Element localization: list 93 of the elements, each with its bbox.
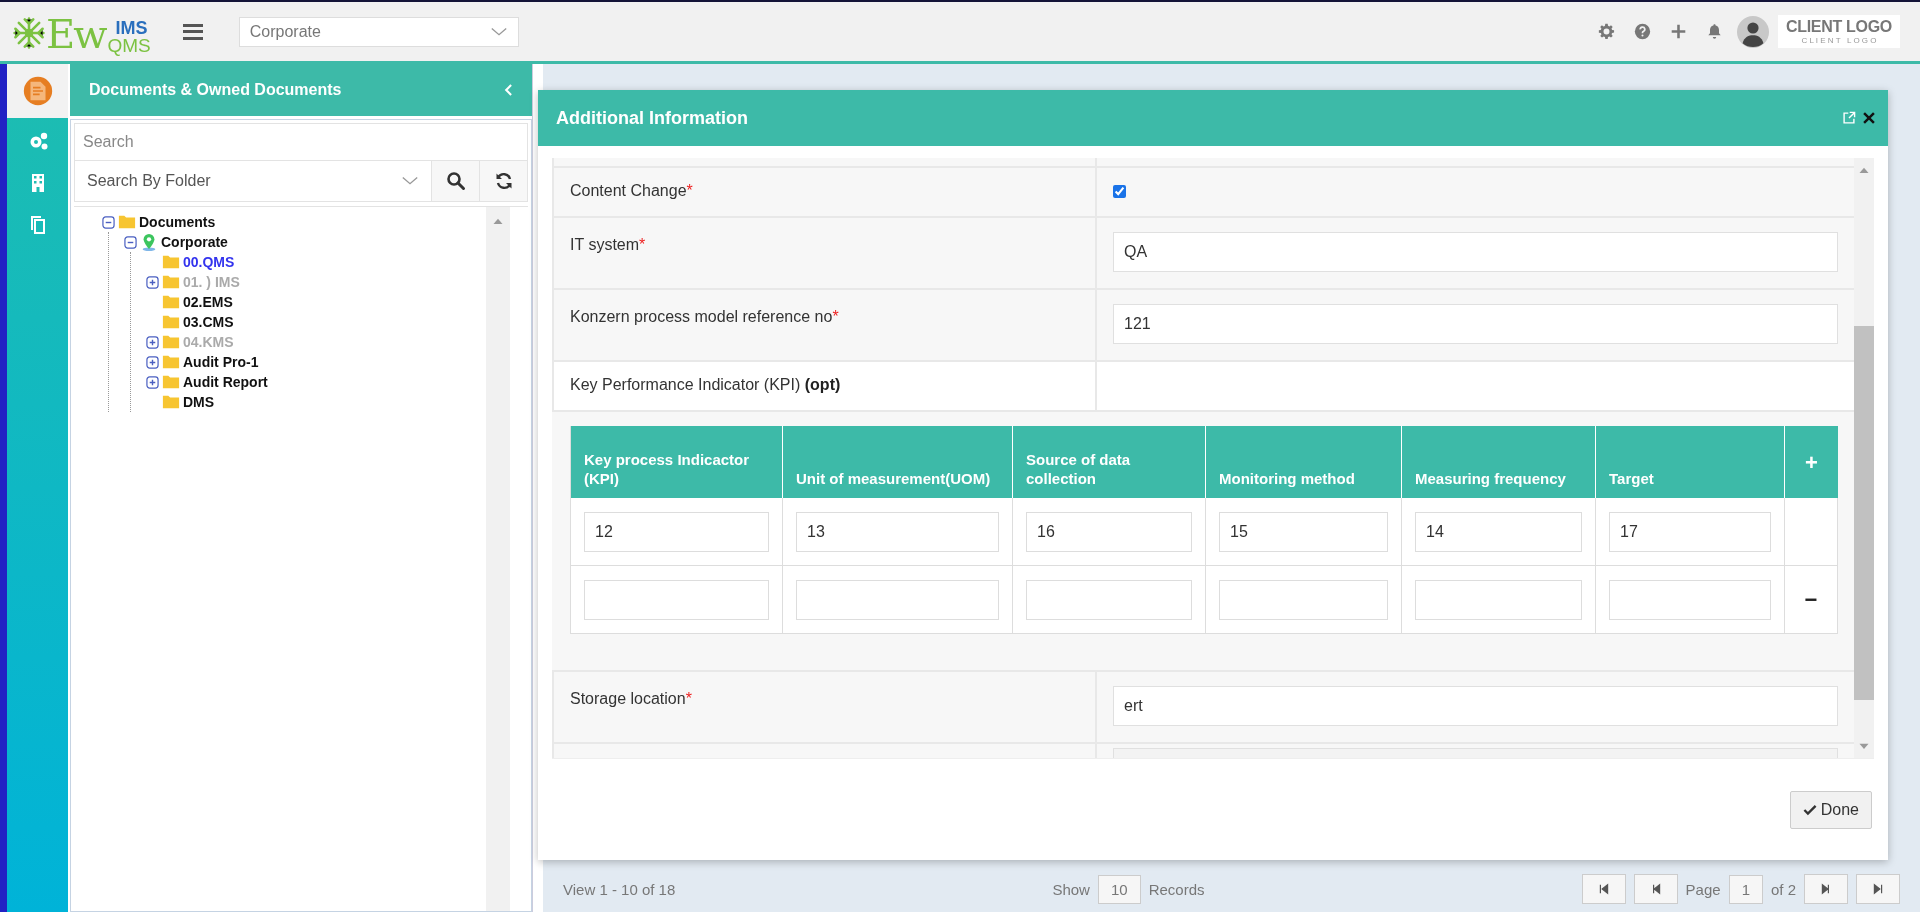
field-label: Konzern process model reference no [570,308,833,325]
text-field[interactable]: QA [1113,232,1838,272]
last-page-icon [1872,883,1884,895]
expand-toggle-icon[interactable] [146,355,159,369]
previous-page-button[interactable] [1633,874,1678,904]
external-link-icon[interactable] [1842,111,1856,125]
next-page-icon [1820,883,1832,895]
table-input-field[interactable]: 12 [584,511,769,552]
folder-icon [118,213,136,231]
tree-item[interactable]: Audit Pro-1 [183,354,259,370]
avatar-icon[interactable] [1736,15,1769,48]
search-field[interactable]: Search [74,123,528,161]
first-page-button[interactable] [1581,874,1626,904]
folder-icon [162,253,180,271]
page-total: of 2 [1771,880,1796,898]
settings-icon[interactable] [1597,23,1615,40]
required-mark: * [832,308,839,325]
sidebar-tab[interactable] [7,64,68,118]
tree-item[interactable]: DMS [183,394,215,410]
checkbox[interactable] [1113,185,1126,198]
page-number-field[interactable]: 1 [1728,874,1763,904]
required-mark: * [639,236,646,253]
close-icon[interactable] [1862,111,1876,125]
dialog-title: Additional Information [556,107,748,129]
table-input-field[interactable] [584,579,769,620]
records-label: Records [1148,880,1205,898]
show-label: Show [1052,880,1090,898]
column-header: Monitoring method [1206,426,1402,498]
organization-dropdown[interactable]: Corporate [238,16,519,47]
table-input-field[interactable]: 17 [1609,511,1771,552]
folder-icon [162,353,180,371]
folder-icon [162,373,180,391]
refresh-button[interactable] [479,161,527,201]
column-header: Measuring frequency [1402,426,1596,498]
tree-item[interactable]: Audit Report [183,374,268,390]
folder-icon [162,273,180,291]
done-button[interactable]: Done [1789,790,1872,829]
table-input-field[interactable] [1415,579,1582,620]
page-label: Page [1685,880,1721,898]
expand-toggle-icon[interactable] [146,375,159,389]
logo-text: QMS [107,36,151,54]
scrollbar-thumb[interactable] [1854,326,1874,700]
field-label: IT system [570,236,640,253]
required-mark: * [686,182,693,199]
field-label: Storage location [570,690,686,707]
table-input-field[interactable]: 15 [1219,511,1388,552]
required-mark: * [685,690,692,707]
help-icon[interactable] [1633,23,1651,40]
plus-icon[interactable] [1669,23,1687,40]
tree-item[interactable]: 02.EMS [183,294,233,310]
logo-text: Ew [46,13,106,54]
collapse-toggle-icon[interactable] [124,235,137,249]
column-header: Unit of measurement(UOM) [783,426,1013,498]
first-page-icon [1597,883,1610,895]
scrollbar[interactable] [1854,158,1874,758]
column-header: Target [1596,426,1785,498]
client-logo-title: CLIENT LOGO [1785,18,1892,36]
tree-item[interactable]: Documents [139,214,216,230]
folder-icon [162,393,180,411]
folder-icon [162,313,180,331]
text-field[interactable]: ert [1113,686,1838,726]
table-input-field[interactable]: 16 [1026,511,1192,552]
map-pin-icon [140,233,158,251]
check-icon [1802,802,1817,817]
logo-text: IMS [114,19,149,37]
search-icon [445,171,466,191]
snowflake-logo-icon [12,15,46,50]
panel-title: Documents & Owned Documents [89,81,343,99]
tree-item[interactable]: Corporate [161,234,228,250]
record-count: View 1 - 10 of 18 [563,880,676,898]
folder-icon [162,293,180,311]
scrollbar[interactable] [486,207,510,911]
table-input-field[interactable]: 14 [1415,511,1582,552]
table-input-field[interactable] [1609,579,1771,620]
last-page-button[interactable] [1856,874,1900,904]
remove-row-button[interactable]: − [1800,586,1822,613]
table-input-field[interactable] [796,579,999,620]
field-label: Key Performance Indicator (KPI) (opt) [570,376,841,393]
tree-item[interactable]: 00.QMS [183,254,235,270]
collapse-toggle-icon[interactable] [102,215,115,229]
page-size-field[interactable]: 10 [1097,874,1141,904]
table-input-field[interactable]: 13 [796,511,999,552]
table-input-field[interactable] [1219,579,1388,620]
search-button[interactable] [431,161,479,201]
table-input-field[interactable] [1026,579,1192,620]
text-field[interactable]: 121 [1113,304,1838,344]
column-header: Key process Indicactor (KPI) [571,426,783,498]
column-header: Source of data collection [1013,426,1206,498]
folder-icon [162,333,180,351]
field-label: Content Change [570,182,687,199]
document-icon [22,76,53,106]
tree-item[interactable]: 03.CMS [183,314,234,330]
next-page-button[interactable] [1804,874,1848,904]
